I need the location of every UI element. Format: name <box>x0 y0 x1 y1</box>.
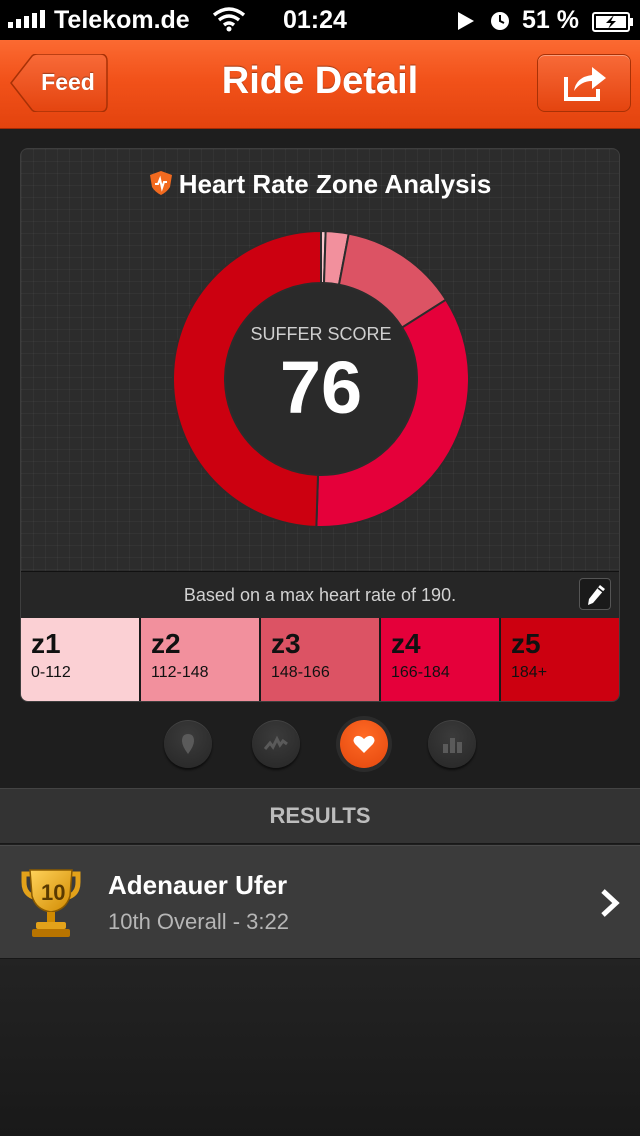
tab-analysis[interactable] <box>252 720 300 768</box>
signal-icon <box>8 10 45 28</box>
pulse-icon <box>264 735 288 750</box>
tab-stats[interactable] <box>428 720 476 768</box>
result-row[interactable]: 10 Adenauer Ufer 10th Overall - 3:22 <box>0 845 640 959</box>
zone-range: 184+ <box>511 664 548 681</box>
battery-icon <box>592 10 634 39</box>
carrier-name: Telekom.de <box>54 6 190 34</box>
zone-name: z2 <box>151 628 181 659</box>
bar-chart-icon <box>443 738 462 753</box>
zone-name: z1 <box>31 628 61 659</box>
status-bar: Telekom.de 01:24 51 % <box>0 0 640 40</box>
share-icon <box>564 67 606 101</box>
map-pin-icon <box>182 734 194 754</box>
play-icon <box>457 9 475 38</box>
zone-legend: z1 0-112 z2 112-148 z3 148-166 z4 166-18… <box>21 618 619 701</box>
results-title: RESULTS <box>269 803 371 828</box>
pencil-icon <box>588 585 605 605</box>
zone-range: 0-112 <box>31 664 71 681</box>
tab-map[interactable] <box>164 720 212 768</box>
suffer-score-label: SUFFER SCORE <box>250 324 392 344</box>
zone-range: 148-166 <box>271 664 330 681</box>
edit-button[interactable] <box>579 578 611 610</box>
results-header: RESULTS <box>0 788 640 844</box>
zone-range: 112-148 <box>151 664 209 681</box>
card-title: Heart Rate Zone Analysis <box>178 169 492 199</box>
zone-z2: z2 112-148 <box>141 618 261 701</box>
heart-rate-card: Heart Rate Zone Analysis SUFFER SCORE 76… <box>20 148 620 702</box>
segment-name: Adenauer Ufer <box>108 870 288 900</box>
zone-name: z5 <box>511 628 541 659</box>
zone-donut-chart: SUFFER SCORE 76 <box>171 229 471 529</box>
heart-icon <box>353 735 375 753</box>
empty-area <box>0 959 640 1136</box>
battery-percentage: 51 % <box>522 6 579 34</box>
clock: 01:24 <box>283 6 347 34</box>
zone-z1: z1 0-112 <box>21 618 141 701</box>
shield-icon <box>149 170 173 203</box>
zone-z3: z3 148-166 <box>261 618 381 701</box>
tab-heart-rate[interactable] <box>340 720 388 768</box>
zone-name: z4 <box>391 628 421 659</box>
share-button[interactable] <box>537 54 631 112</box>
chevron-right-icon <box>598 888 622 923</box>
wifi-icon <box>212 6 246 39</box>
zone-range: 166-184 <box>391 664 450 681</box>
segment-result-detail: 10th Overall - 3:22 <box>108 909 289 934</box>
suffer-score-value: 76 <box>279 346 363 429</box>
card-title-row: Heart Rate Zone Analysis <box>21 169 619 203</box>
zone-z5: z5 184+ <box>501 618 619 701</box>
navigation-bar: Feed Ride Detail <box>0 40 640 129</box>
trophy-rank: 10 <box>41 880 66 905</box>
zone-z4: z4 166-184 <box>381 618 501 701</box>
max-heart-rate-text: Based on a max heart rate of 190. <box>183 585 457 605</box>
zone-name: z3 <box>271 628 301 659</box>
alarm-icon <box>490 9 510 38</box>
max-heart-rate-strip: Based on a max heart rate of 190. <box>21 571 619 619</box>
